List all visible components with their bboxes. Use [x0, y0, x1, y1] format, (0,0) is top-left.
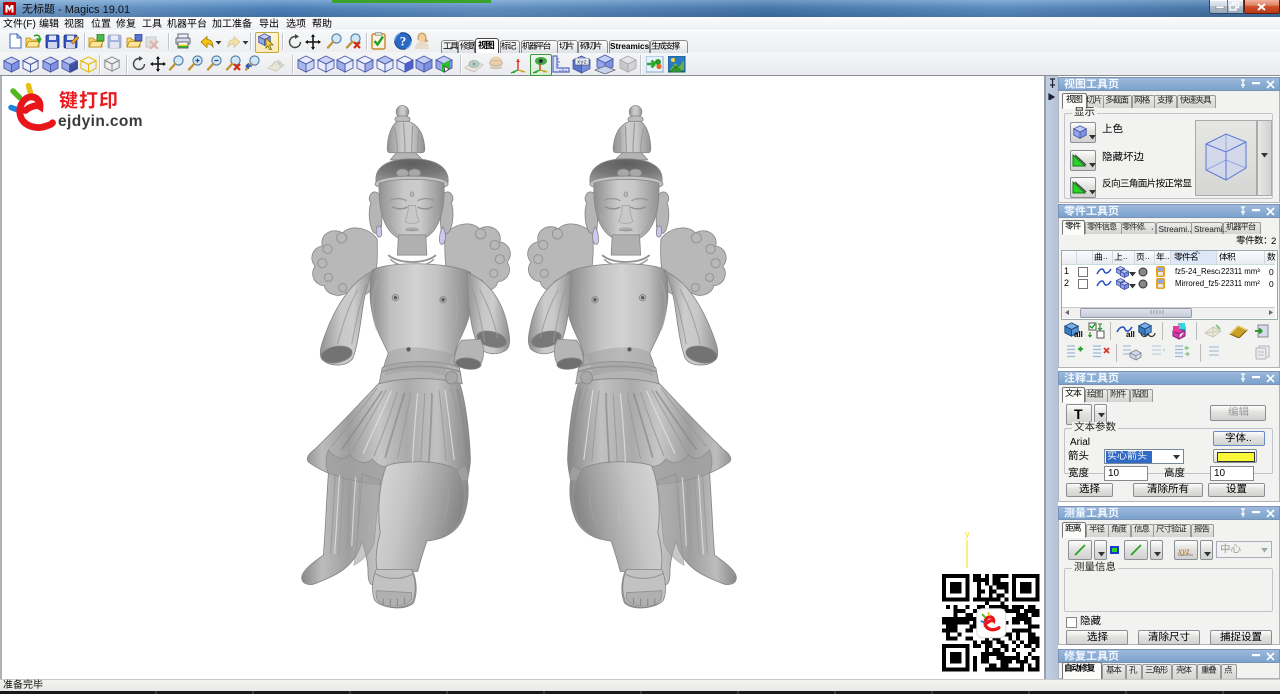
svg-text:xyz: xyz: [577, 59, 587, 66]
svg-text:y: y: [965, 529, 970, 539]
svg-text:?: ?: [400, 34, 407, 49]
